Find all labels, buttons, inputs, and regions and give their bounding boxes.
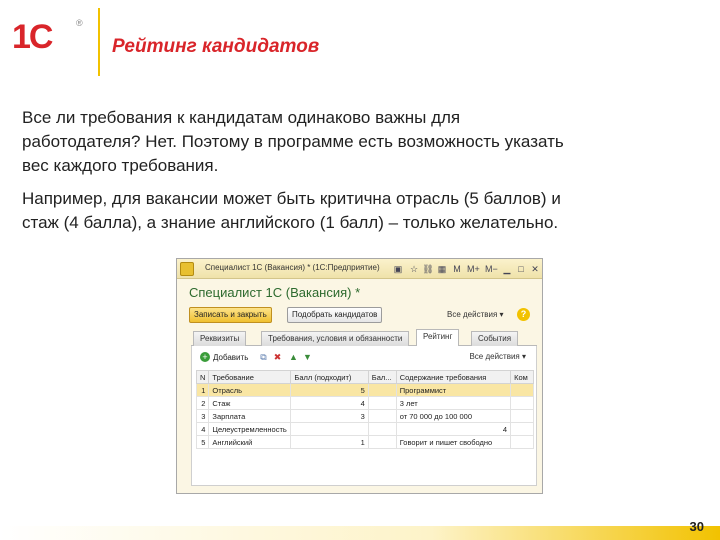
table-row[interactable]: 3 Зарплата 3 от 70 000 до 100 000	[195, 409, 534, 423]
cell-score-2[interactable]	[367, 435, 397, 449]
add-button[interactable]: + Добавить	[200, 352, 248, 362]
delete-icon[interactable]: ✖	[272, 352, 283, 363]
add-icon: +	[200, 352, 210, 362]
cell-n: 5	[195, 435, 210, 449]
m-plus-icon[interactable]: M+	[467, 263, 480, 275]
cell-content[interactable]: от 70 000 до 100 000	[395, 409, 512, 423]
vacancy-window: Специалист 1С (Вакансия) * (1С:Предприят…	[176, 258, 543, 494]
cell-score-2[interactable]	[367, 422, 397, 436]
document-title: Специалист 1С (Вакансия) *	[189, 285, 361, 300]
cell-score-2[interactable]	[367, 383, 397, 397]
cell-content[interactable]: 3 лет	[395, 396, 512, 410]
tab-rating[interactable]: Рейтинг	[416, 329, 460, 347]
cell-score[interactable]	[290, 422, 369, 436]
cell-content[interactable]: Говорит и пишет свободно	[395, 435, 512, 449]
cell-requirement[interactable]: Отрасль	[208, 383, 292, 397]
example-paragraph: Например, для вакансии может быть критич…	[22, 187, 702, 235]
table-row[interactable]: 5 Английский 1 Говорит и пишет свободно	[195, 435, 534, 449]
help-icon[interactable]: ?	[517, 308, 530, 321]
table-all-actions-menu[interactable]: Все действия ▾	[469, 352, 526, 361]
logo-mark: 1С	[12, 18, 53, 56]
column-header-score-fit[interactable]: Балл (подходит)	[290, 370, 369, 384]
window-caption: Специалист 1С (Вакансия) * (1С:Предприят…	[205, 263, 380, 272]
slide-title: Рейтинг кандидатов	[112, 36, 320, 57]
column-header-comment[interactable]: Ком	[510, 370, 534, 384]
rating-panel: + Добавить ⧉ ✖ ▲ ▼ Все действия ▾ N Требо…	[191, 346, 537, 486]
column-header-requirement[interactable]: Требование	[208, 370, 292, 384]
move-up-icon[interactable]: ▲	[288, 352, 299, 363]
tab-requirements[interactable]: Требования, условия и обязанности	[261, 331, 410, 346]
requirements-table: N Требование Балл (подходит) Бал... Соде…	[195, 370, 534, 449]
page-number: 30	[689, 519, 704, 534]
command-bar: Записать и закрыть Подобрать кандидатов …	[189, 307, 535, 325]
cell-n: 1	[195, 383, 210, 397]
cell-score-2[interactable]	[367, 409, 397, 423]
cell-score[interactable]: 1	[290, 435, 369, 449]
calculator-icon[interactable]: ▦	[436, 263, 448, 275]
m-icon[interactable]: M	[451, 263, 463, 275]
cell-n: 3	[195, 409, 210, 423]
all-actions-menu[interactable]: Все действия ▾	[447, 310, 504, 319]
window-icon[interactable]: ▣	[392, 263, 404, 275]
cell-content[interactable]: Программист	[395, 383, 512, 397]
cell-score[interactable]: 3	[290, 409, 369, 423]
table-row[interactable]: 4 Целеустремленность 4	[195, 422, 534, 436]
intro-paragraph: Все ли требования к кандидатам одинаково…	[22, 106, 702, 178]
tab-requisites[interactable]: Реквизиты	[193, 331, 247, 346]
cell-score-2[interactable]	[367, 396, 397, 410]
1c-logo: 1С ®	[12, 18, 83, 58]
star-icon[interactable]: ☆	[408, 263, 420, 275]
header-divider	[98, 8, 100, 76]
intro-line-1: Все ли требования к кандидатам одинаково…	[22, 108, 461, 127]
footer-strip	[0, 526, 720, 540]
form-tabs: Реквизиты Требования, условия и обязанно…	[191, 329, 537, 347]
maximize-icon[interactable]: □	[515, 263, 527, 275]
move-down-icon[interactable]: ▼	[302, 352, 313, 363]
tab-events[interactable]: События	[471, 331, 519, 346]
cell-n: 2	[195, 396, 210, 410]
cell-content[interactable]: 4	[395, 422, 512, 436]
intro-line-2: работодателя? Нет. Поэтому в программе е…	[22, 132, 564, 151]
select-candidates-button[interactable]: Подобрать кандидатов	[287, 307, 383, 323]
cell-n: 4	[195, 422, 210, 436]
link-icon[interactable]: ⛓	[422, 263, 434, 275]
cell-comment[interactable]	[510, 396, 534, 410]
cell-score[interactable]: 5	[290, 383, 369, 397]
window-titlebar: Специалист 1С (Вакансия) * (1С:Предприят…	[177, 259, 542, 279]
save-and-close-button[interactable]: Записать и закрыть	[189, 307, 272, 323]
table-header-row: N Требование Балл (подходит) Бал... Соде…	[195, 370, 534, 384]
cell-score[interactable]: 4	[290, 396, 369, 410]
column-header-n[interactable]: N	[195, 370, 210, 384]
cell-requirement[interactable]: Целеустремленность	[208, 422, 292, 436]
example-line-2: стаж (4 балла), а знание английского (1 …	[22, 213, 559, 232]
cell-comment[interactable]	[510, 435, 534, 449]
add-label: Добавить	[213, 353, 249, 362]
cell-comment[interactable]	[510, 383, 534, 397]
table-row[interactable]: 2 Стаж 4 3 лет	[195, 396, 534, 410]
column-header-content[interactable]: Содержание требования	[395, 370, 512, 384]
close-icon[interactable]: ✕	[529, 263, 541, 275]
cell-requirement[interactable]: Зарплата	[208, 409, 292, 423]
minimize-icon[interactable]: ▁	[501, 263, 513, 275]
intro-line-3: вес каждого требования.	[22, 156, 219, 175]
registered-mark: ®	[76, 18, 83, 28]
cell-requirement[interactable]: Стаж	[208, 396, 292, 410]
column-header-score-2[interactable]: Бал...	[367, 370, 397, 384]
cell-comment[interactable]	[510, 409, 534, 423]
cell-comment[interactable]	[510, 422, 534, 436]
m-minus-icon[interactable]: M−	[485, 263, 498, 275]
cell-requirement[interactable]: Английский	[208, 435, 292, 449]
example-line-1: Например, для вакансии может быть критич…	[22, 189, 561, 208]
table-row[interactable]: 1 Отрасль 5 Программист	[195, 383, 534, 397]
copy-icon[interactable]: ⧉	[258, 352, 269, 363]
app-icon	[180, 262, 194, 276]
